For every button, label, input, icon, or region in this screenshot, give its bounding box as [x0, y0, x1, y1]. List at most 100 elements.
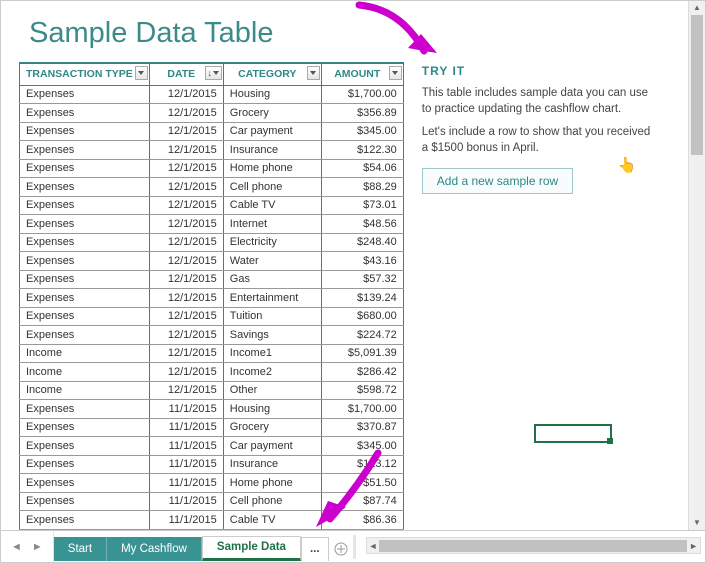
- scroll-left-arrow-icon[interactable]: ◄: [369, 541, 378, 551]
- table-row[interactable]: Expenses12/1/2015Grocery$356.89: [20, 104, 404, 123]
- cell-category[interactable]: Home phone: [223, 474, 321, 493]
- cell-category[interactable]: Entertainment: [223, 289, 321, 308]
- cell-transaction-type[interactable]: Expenses: [20, 289, 150, 308]
- cell-category[interactable]: Car payment: [223, 122, 321, 141]
- cell-transaction-type[interactable]: Expenses: [20, 233, 150, 252]
- cell-category[interactable]: Cell phone: [223, 492, 321, 511]
- table-row[interactable]: Income12/1/2015Other$598.72: [20, 381, 404, 400]
- cell-transaction-type[interactable]: Expenses: [20, 492, 150, 511]
- cell-date[interactable]: 12/1/2015: [149, 141, 223, 160]
- table-row[interactable]: Expenses12/1/2015Insurance$122.30: [20, 141, 404, 160]
- cell-date[interactable]: 12/1/2015: [149, 196, 223, 215]
- cell-transaction-type[interactable]: Expenses: [20, 437, 150, 456]
- cell-transaction-type[interactable]: Expenses: [20, 511, 150, 530]
- cell-category[interactable]: Grocery: [223, 418, 321, 437]
- cell-amount[interactable]: $73.01: [321, 196, 403, 215]
- cell-category[interactable]: Other: [223, 381, 321, 400]
- table-row[interactable]: Expenses11/1/2015Grocery$370.87: [20, 418, 404, 437]
- add-sample-row-button[interactable]: Add a new sample row: [422, 168, 573, 194]
- cell-transaction-type[interactable]: Expenses: [20, 418, 150, 437]
- cell-date[interactable]: 12/1/2015: [149, 344, 223, 363]
- cell-date[interactable]: 12/1/2015: [149, 85, 223, 104]
- cell-date[interactable]: 12/1/2015: [149, 178, 223, 197]
- cell-category[interactable]: Savings: [223, 326, 321, 345]
- table-row[interactable]: Expenses11/1/2015Car payment$345.00: [20, 437, 404, 456]
- cell-amount[interactable]: $680.00: [321, 307, 403, 326]
- cell-date[interactable]: 12/1/2015: [149, 326, 223, 345]
- cell-amount[interactable]: $356.89: [321, 104, 403, 123]
- table-row[interactable]: Expenses11/1/2015Insurance$123.12: [20, 455, 404, 474]
- scroll-thumb[interactable]: [691, 15, 703, 155]
- vertical-scrollbar[interactable]: ▲ ▼: [688, 1, 705, 530]
- cell-transaction-type[interactable]: Expenses: [20, 307, 150, 326]
- cell-category[interactable]: Cable TV: [223, 511, 321, 530]
- cell-transaction-type[interactable]: Income: [20, 344, 150, 363]
- cell-transaction-type[interactable]: Expenses: [20, 178, 150, 197]
- scroll-down-arrow-icon[interactable]: ▼: [689, 516, 705, 530]
- tab-overflow[interactable]: ...: [301, 537, 329, 561]
- col-amount[interactable]: AMOUNT: [321, 63, 403, 85]
- cell-date[interactable]: 12/1/2015: [149, 215, 223, 234]
- tab-my-cashflow[interactable]: My Cashflow: [107, 537, 202, 561]
- tab-start[interactable]: Start: [54, 537, 107, 561]
- selected-cell-outline[interactable]: [534, 424, 612, 443]
- cell-date[interactable]: 11/1/2015: [149, 474, 223, 493]
- cell-category[interactable]: Home phone: [223, 159, 321, 178]
- cell-date[interactable]: 11/1/2015: [149, 492, 223, 511]
- cell-amount[interactable]: $286.42: [321, 363, 403, 382]
- cell-category[interactable]: Housing: [223, 85, 321, 104]
- cell-transaction-type[interactable]: Expenses: [20, 326, 150, 345]
- cell-amount[interactable]: $87.74: [321, 492, 403, 511]
- cell-date[interactable]: 11/1/2015: [149, 511, 223, 530]
- cell-transaction-type[interactable]: Expenses: [20, 85, 150, 104]
- cell-category[interactable]: Cell phone: [223, 178, 321, 197]
- cell-date[interactable]: 12/1/2015: [149, 381, 223, 400]
- tab-next-icon[interactable]: ►: [32, 541, 43, 553]
- table-row[interactable]: Expenses12/1/2015Housing$1,700.00: [20, 85, 404, 104]
- filter-dropdown-icon[interactable]: [307, 66, 320, 80]
- horizontal-scrollbar[interactable]: ◄ ►: [366, 537, 701, 554]
- filter-dropdown-icon[interactable]: [135, 66, 148, 80]
- table-row[interactable]: Expenses11/1/2015Cable TV$86.36: [20, 511, 404, 530]
- col-category[interactable]: CATEGORY: [223, 63, 321, 85]
- cell-transaction-type[interactable]: Expenses: [20, 196, 150, 215]
- cell-category[interactable]: Income1: [223, 344, 321, 363]
- table-row[interactable]: Expenses12/1/2015Electricity$248.40: [20, 233, 404, 252]
- cell-date[interactable]: 12/1/2015: [149, 270, 223, 289]
- tab-sample-data[interactable]: Sample Data: [202, 536, 301, 561]
- cell-category[interactable]: Cable TV: [223, 196, 321, 215]
- sort-desc-dropdown-icon[interactable]: [205, 66, 222, 80]
- cell-date[interactable]: 12/1/2015: [149, 122, 223, 141]
- tabbar-separator[interactable]: [353, 535, 356, 559]
- cell-category[interactable]: Tuition: [223, 307, 321, 326]
- cell-category[interactable]: Gas: [223, 270, 321, 289]
- cell-transaction-type[interactable]: Expenses: [20, 122, 150, 141]
- table-row[interactable]: Expenses12/1/2015Home phone$54.06: [20, 159, 404, 178]
- cell-amount[interactable]: $122.30: [321, 141, 403, 160]
- cell-transaction-type[interactable]: Income: [20, 363, 150, 382]
- cell-amount[interactable]: $48.56: [321, 215, 403, 234]
- cell-amount[interactable]: $88.29: [321, 178, 403, 197]
- table-row[interactable]: Expenses12/1/2015Internet$48.56: [20, 215, 404, 234]
- cell-transaction-type[interactable]: Expenses: [20, 141, 150, 160]
- cell-transaction-type[interactable]: Expenses: [20, 159, 150, 178]
- cell-amount[interactable]: $370.87: [321, 418, 403, 437]
- cell-category[interactable]: Grocery: [223, 104, 321, 123]
- table-row[interactable]: Expenses12/1/2015Gas$57.32: [20, 270, 404, 289]
- cell-amount[interactable]: $224.72: [321, 326, 403, 345]
- cell-category[interactable]: Insurance: [223, 141, 321, 160]
- cell-amount[interactable]: $1,700.00: [321, 400, 403, 419]
- cell-amount[interactable]: $57.32: [321, 270, 403, 289]
- table-row[interactable]: Expenses12/1/2015Car payment$345.00: [20, 122, 404, 141]
- table-row[interactable]: Expenses11/1/2015Housing$1,700.00: [20, 400, 404, 419]
- cell-date[interactable]: 11/1/2015: [149, 455, 223, 474]
- cell-amount[interactable]: $5,091.39: [321, 344, 403, 363]
- cell-category[interactable]: Water: [223, 252, 321, 271]
- cell-amount[interactable]: $345.00: [321, 122, 403, 141]
- cell-amount[interactable]: $1,700.00: [321, 85, 403, 104]
- cell-amount[interactable]: $139.24: [321, 289, 403, 308]
- cell-date[interactable]: 11/1/2015: [149, 400, 223, 419]
- cell-amount[interactable]: $86.36: [321, 511, 403, 530]
- col-transaction-type[interactable]: TRANSACTION TYPE: [20, 63, 150, 85]
- cell-amount[interactable]: $248.40: [321, 233, 403, 252]
